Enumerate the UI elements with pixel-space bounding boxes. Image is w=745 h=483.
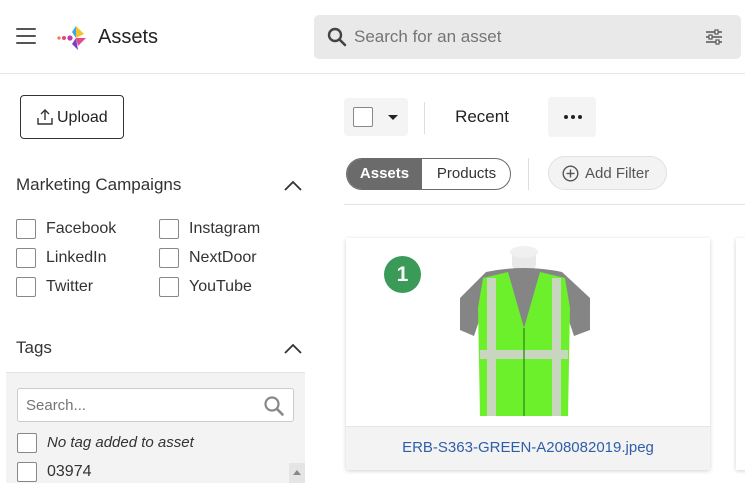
instagram-checkbox[interactable] — [159, 219, 179, 239]
tag-03974-checkbox[interactable] — [17, 462, 37, 482]
search-icon — [327, 27, 347, 47]
scroll-up-arrow-icon[interactable] — [289, 463, 305, 483]
marketing-campaigns-heading: Marketing Campaigns — [16, 175, 182, 194]
filter-divider — [528, 158, 529, 190]
campaign-option-nextdoor[interactable]: NextDoor — [159, 248, 289, 270]
filter-settings-icon[interactable] — [705, 29, 723, 45]
campaign-label: NextDoor — [189, 249, 257, 266]
asset-card[interactable]: 1 ERB-S363-GREEN-A208082019.jpeg — [346, 238, 710, 470]
asset-search-bar[interactable] — [314, 15, 741, 59]
caret-down-icon[interactable] — [388, 115, 398, 120]
asset-thumbnail[interactable]: 1 — [346, 238, 710, 426]
campaign-option-twitter[interactable]: Twitter — [16, 277, 146, 299]
select-all-checkbox[interactable] — [353, 107, 373, 127]
tags-panel: No tag added to asset 03974 — [6, 372, 305, 483]
campaign-label: LinkedIn — [46, 249, 107, 266]
add-filter-label: Add Filter — [585, 165, 650, 182]
tag-label: 03974 — [47, 463, 92, 480]
more-options-button[interactable] — [548, 97, 596, 137]
tag-search-input[interactable] — [26, 397, 246, 414]
top-header: Assets — [0, 0, 745, 74]
tag-label: No tag added to asset — [47, 434, 194, 451]
segment-products[interactable]: Products — [422, 159, 510, 189]
campaign-label: Facebook — [46, 220, 117, 237]
app-logo-icon — [57, 26, 86, 50]
asset-filename-bar: ERB-S363-GREEN-A208082019.jpeg — [346, 426, 710, 470]
more-dots-icon — [564, 115, 585, 119]
toolbar-separator — [344, 204, 745, 205]
hamburger-menu-icon[interactable] — [16, 28, 36, 44]
collapse-campaigns-chevron-up-icon[interactable] — [283, 179, 303, 191]
upload-label: Upload — [57, 109, 108, 126]
youtube-checkbox[interactable] — [159, 277, 179, 297]
campaign-label: Instagram — [189, 220, 261, 237]
linkedin-checkbox[interactable] — [16, 248, 36, 268]
campaign-label: Twitter — [46, 278, 94, 295]
asset-type-toggle[interactable]: Assets Products — [346, 158, 511, 190]
facebook-checkbox[interactable] — [16, 219, 36, 239]
asset-search-input[interactable] — [354, 27, 674, 47]
asset-index-badge: 1 — [384, 256, 421, 293]
tags-heading: Tags — [16, 338, 52, 357]
collapse-tags-chevron-up-icon[interactable] — [283, 342, 303, 354]
segment-assets[interactable]: Assets — [347, 159, 422, 189]
tag-option-no-tag[interactable]: No tag added to asset — [17, 433, 277, 455]
toolbar-divider — [424, 102, 425, 134]
campaign-label: YouTube — [189, 278, 252, 295]
campaign-option-youtube[interactable]: YouTube — [159, 277, 289, 299]
app-title: Assets — [98, 26, 159, 48]
campaign-option-instagram[interactable]: Instagram — [159, 219, 289, 241]
nextdoor-checkbox[interactable] — [159, 248, 179, 268]
tag-option-03974[interactable]: 03974 — [17, 462, 277, 483]
campaign-option-facebook[interactable]: Facebook — [16, 219, 146, 241]
upload-icon — [37, 109, 53, 125]
campaign-option-linkedin[interactable]: LinkedIn — [16, 248, 146, 270]
twitter-checkbox[interactable] — [16, 277, 36, 297]
sort-recent-button[interactable]: Recent — [438, 97, 526, 137]
tags-scrollbar[interactable] — [289, 463, 305, 483]
asset-filename-link[interactable]: ERB-S363-GREEN-A208082019.jpeg — [346, 439, 710, 456]
upload-button[interactable]: Upload — [20, 95, 124, 139]
no-tag-checkbox[interactable] — [17, 433, 37, 453]
tag-search-box[interactable] — [17, 388, 294, 422]
search-icon — [264, 396, 284, 416]
select-all-dropdown[interactable] — [344, 98, 408, 136]
add-filter-button[interactable]: Add Filter — [548, 156, 667, 190]
plus-circle-icon — [562, 165, 579, 182]
next-asset-card-partial[interactable] — [736, 238, 745, 470]
